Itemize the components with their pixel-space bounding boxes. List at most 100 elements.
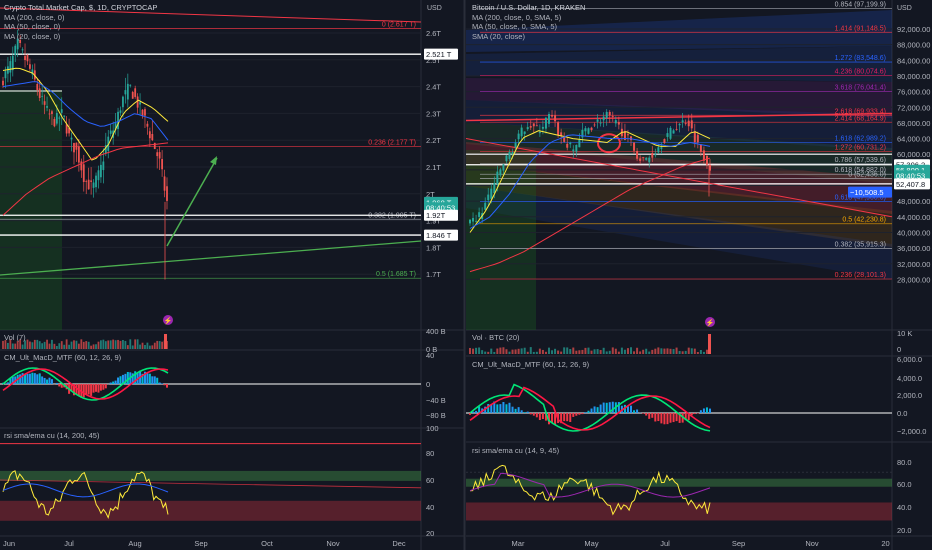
left-vol-bar [21, 344, 24, 349]
right-vol-bar [593, 349, 596, 354]
right-candle-body [566, 143, 569, 148]
right-candle-body [572, 149, 575, 152]
left-indicator-ma20: MA (20, close, 0) [4, 31, 61, 41]
left-candle-body [153, 142, 156, 150]
left-vol-bar [92, 344, 95, 349]
left-macd-hist [156, 377, 159, 384]
left-macd-hist [58, 384, 61, 387]
right-time-tick: Nov [805, 539, 819, 548]
left-vol-bar [119, 340, 122, 349]
right-candle-body [517, 133, 520, 140]
left-vol-bar [65, 339, 68, 349]
left-vol-bar [58, 343, 61, 349]
right-macd-hist [651, 413, 654, 418]
left-macd-hist [151, 376, 154, 384]
left-rsi-oversold-band [0, 500, 421, 521]
right-macd-hist [599, 404, 602, 413]
right-macd-hist [538, 413, 541, 421]
right-candle-body [511, 152, 514, 155]
right-price-tick: 48,000.00 [897, 197, 930, 206]
right-candle-body [660, 147, 663, 149]
left-vol-bar [82, 341, 85, 349]
left-vol-bar [151, 345, 154, 349]
left-price-tick: 2.2T [426, 136, 441, 145]
right-vol-bar [496, 348, 499, 354]
right-macd-hist [654, 413, 657, 422]
left-candle-body [29, 64, 31, 69]
right-vol-bar [575, 350, 578, 354]
right-vol-bar [514, 349, 517, 354]
left-vol-bar [36, 339, 39, 349]
left-candle-body [158, 152, 161, 159]
right-vol-bar [590, 350, 593, 354]
left-macd-hist [6, 382, 9, 384]
right-macd-hist [551, 413, 554, 423]
right-fib-label: 0.382 (35,915.3) [835, 241, 886, 248]
left-chart-title: Crypto Total Market Cap, $, 1D, CRYPTOCA… [4, 3, 158, 12]
right-macd-hist [517, 407, 520, 413]
left-candle-body [48, 113, 51, 115]
right-vol-bar [472, 348, 475, 354]
right-macd-hist [660, 413, 663, 424]
right-candle-body [523, 131, 526, 134]
left-macd-hist [109, 382, 112, 384]
right-candle-body [593, 124, 596, 126]
left-candle-body [148, 131, 151, 139]
right-event-icon-glyph: ⚡ [706, 318, 715, 327]
right-vol-bar [551, 350, 554, 354]
left-vol-bar [33, 339, 36, 349]
right-candle-body [633, 142, 636, 151]
left-macd-hist [33, 373, 36, 384]
left-vol-bar [14, 343, 17, 349]
left-time-tick: Jul [64, 539, 74, 548]
right-rsi-label: rsi sma/ema cu (14, 9, 45) [472, 446, 560, 455]
right-currency-label: USD [897, 5, 912, 12]
left-macd-tick: 40 [426, 351, 434, 360]
right-macd-hist [520, 410, 523, 413]
right-macd-hist [645, 413, 648, 416]
left-time-tick: Nov [326, 539, 340, 548]
right-candle-body [663, 139, 666, 143]
left-rsi-tick: 20 [426, 529, 434, 538]
right-vol-bar [587, 347, 590, 354]
right-vol-bar [535, 351, 538, 354]
right-vol-bar [684, 350, 687, 354]
left-macd-hist [102, 384, 105, 390]
right-vol-bar [532, 351, 535, 354]
right-vol-bar [490, 348, 493, 354]
left-candle-body [166, 186, 168, 201]
right-candle-body [578, 139, 581, 148]
right-vol-bar [538, 348, 541, 354]
right-candle-body [541, 126, 544, 129]
left-vol-bar [63, 344, 66, 349]
right-candle-body [611, 116, 614, 117]
right-vol-bar [563, 347, 566, 354]
left-macd-hist [112, 381, 115, 384]
right-vol-bar [554, 348, 557, 354]
left-vol-bar [146, 342, 149, 349]
right-candle-body [569, 142, 572, 145]
right-macd-hist [663, 413, 666, 425]
left-vol-bar [85, 341, 88, 349]
left-candle-body [65, 124, 68, 134]
left-vol-bar [117, 339, 119, 349]
right-vol-bar [572, 347, 575, 354]
left-rsi-tick: 60 [426, 476, 434, 485]
right-price-tick: 92,000.00 [897, 25, 930, 34]
left-vol-bar [29, 341, 31, 349]
left-macd-hist [166, 384, 168, 388]
right-candle-body [484, 202, 487, 210]
left-vol-bar [112, 339, 115, 349]
left-candle-body [136, 96, 139, 108]
right-price-tick: 84,000.00 [897, 56, 930, 65]
right-candle-body [563, 137, 566, 142]
right-candle-body [493, 183, 496, 194]
right-candle-body [651, 153, 654, 158]
left-vol-bar [153, 342, 156, 349]
right-candle-body [520, 127, 523, 137]
left-price-tick: 2.3T [426, 109, 441, 118]
right-macd-tick: −2,000.0 [897, 427, 926, 436]
left-candle-body [161, 159, 164, 170]
right-macd-hist [508, 402, 511, 413]
right-candle-body [626, 134, 629, 136]
